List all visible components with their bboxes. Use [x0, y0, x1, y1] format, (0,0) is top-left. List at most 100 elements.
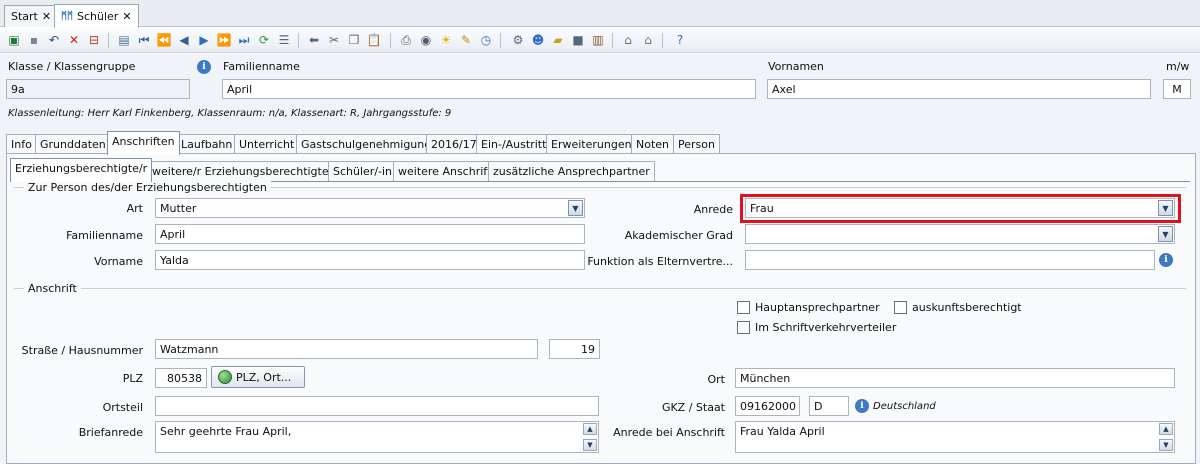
preview-icon[interactable]: ◉: [418, 32, 434, 48]
briefanrede-textarea[interactable]: Sehr geehrte Frau April, ▲ ▼: [155, 421, 599, 453]
module-icon[interactable]: ⚙: [510, 32, 526, 48]
tab-unterricht[interactable]: Unterricht: [234, 134, 300, 154]
class-info-line: Klassenleitung: Herr Karl Finkenberg, Kl…: [8, 108, 452, 119]
akad-combo[interactable]: ▼: [745, 224, 1175, 244]
tab-person[interactable]: Person: [673, 134, 720, 154]
first-icon[interactable]: ⏮: [136, 32, 152, 48]
undo-icon[interactable]: ↶: [46, 32, 62, 48]
tab-ein-austritt[interactable]: Ein-/Austritt: [476, 134, 552, 154]
klasse-label: Klasse / Klassengruppe: [8, 60, 136, 73]
art-combo[interactable]: Mutter ▼: [155, 198, 585, 218]
save-icon[interactable]: ▪: [26, 32, 42, 48]
subtab-weitere-erziehungsberechtigte[interactable]: weitere/r Erziehungsberechtigte/r: [147, 161, 342, 181]
familienname-field[interactable]: April: [222, 79, 756, 99]
plz-ort-button[interactable]: PLZ, Ort...: [211, 366, 305, 388]
hausnummer-field[interactable]: 19: [549, 339, 600, 359]
cut-icon[interactable]: ✂: [326, 32, 342, 48]
klasse-field[interactable]: 9a: [6, 79, 190, 99]
anschrift-group-title: Anschrift: [24, 282, 81, 295]
cancel-icon[interactable]: ⊟: [86, 32, 102, 48]
tab-2016-17[interactable]: 2016/17: [426, 134, 482, 154]
copy-icon[interactable]: ❐: [346, 32, 362, 48]
paste-icon[interactable]: 📋: [366, 32, 382, 48]
house-icon[interactable]: ⌂: [620, 32, 636, 48]
mw-label: m/w: [1166, 60, 1190, 73]
doc-tab-schueler[interactable]: ᛗᛗ Schüler ✕: [54, 4, 139, 28]
person-familienname-label: Familienname: [66, 229, 143, 242]
tab-noten[interactable]: Noten: [631, 134, 675, 154]
staat-field[interactable]: D: [809, 396, 849, 416]
tab-gastschulgenehmigung[interactable]: Gastschulgenehmigung: [296, 134, 437, 154]
chevron-down-icon[interactable]: ▼: [1158, 226, 1173, 242]
mw-field[interactable]: M: [1163, 79, 1191, 99]
tab-erweiterungen[interactable]: Erweiterungen: [546, 134, 637, 154]
help-icon[interactable]: ?: [672, 32, 688, 48]
scroll-up-icon[interactable]: ▲: [1159, 423, 1173, 435]
strasse-label: Straße / Hausnummer: [21, 344, 143, 357]
next-page-icon[interactable]: ⏩: [216, 32, 232, 48]
subtab-schueler-in[interactable]: Schüler/-in: [328, 161, 398, 181]
doc-tab-start[interactable]: Start ✕: [4, 5, 59, 27]
ort-field[interactable]: München: [735, 368, 1175, 388]
ortsteil-field[interactable]: [155, 396, 599, 416]
close-icon[interactable]: ✕: [42, 10, 51, 23]
vornamen-field[interactable]: Axel: [767, 79, 1151, 99]
copy-record-icon[interactable]: ▤: [116, 32, 132, 48]
tab-anschriften[interactable]: Anschriften: [107, 131, 180, 155]
vorname-field[interactable]: Yalda: [155, 250, 585, 270]
subtab-weitere-anschrift[interactable]: weitere Anschrift: [393, 161, 497, 181]
tab-info[interactable]: Info: [6, 134, 37, 154]
haupt-label: Hauptansprechpartner: [755, 301, 880, 314]
scroll-down-icon[interactable]: ▼: [1159, 439, 1173, 451]
tab-laufbahn[interactable]: Laufbahn: [176, 134, 238, 154]
info-icon[interactable]: i: [197, 60, 211, 74]
gkz-field[interactable]: 09162000: [735, 396, 800, 416]
subtab-erziehungsberechtigte[interactable]: Erziehungsberechtigte/r: [10, 158, 153, 182]
last-icon[interactable]: ⏭: [236, 32, 252, 48]
plz-field[interactable]: 80538: [155, 368, 207, 388]
anrede-anschrift-value: Frau Yalda April: [740, 425, 825, 438]
funktion-field[interactable]: [745, 250, 1155, 270]
user-icon[interactable]: ☻: [530, 32, 546, 48]
report-icon[interactable]: ▥: [590, 32, 606, 48]
folder-icon[interactable]: ▰: [550, 32, 566, 48]
scroll-down-icon[interactable]: ▼: [583, 439, 597, 451]
info-icon[interactable]: i: [855, 399, 869, 413]
clock-icon[interactable]: ◷: [478, 32, 494, 48]
delete-icon[interactable]: ✕: [66, 32, 82, 48]
subtab-zusaetzliche-ansprechpartner[interactable]: zusätzliche Ansprechpartner: [488, 161, 655, 181]
prev-icon[interactable]: ◀: [176, 32, 192, 48]
schrift-label: Im Schriftverkehrverteiler: [755, 321, 897, 334]
scrollbar[interactable]: ▲ ▼: [1159, 423, 1173, 451]
chevron-down-icon[interactable]: ▼: [568, 200, 583, 216]
vorname-label: Vorname: [94, 255, 143, 268]
art-value: Mutter: [160, 202, 197, 215]
strasse-field[interactable]: Watzmann: [155, 339, 538, 359]
next-icon[interactable]: ▶: [196, 32, 212, 48]
haupt-checkbox[interactable]: [737, 301, 750, 314]
back-arrow-icon[interactable]: ⬅: [306, 32, 322, 48]
info-icon[interactable]: i: [1159, 253, 1173, 267]
list-icon[interactable]: ☰: [276, 32, 292, 48]
new-icon[interactable]: ▣: [6, 32, 22, 48]
anrede-anschrift-textarea[interactable]: Frau Yalda April ▲ ▼: [735, 421, 1175, 453]
refresh-icon[interactable]: ⟳: [256, 32, 272, 48]
main-tab-row: Info Grunddaten Anschriften Laufbahn Unt…: [6, 131, 1196, 155]
print-icon[interactable]: ⎙: [398, 32, 414, 48]
houses-icon[interactable]: ⌂: [640, 32, 656, 48]
person-familienname-field[interactable]: April: [155, 224, 585, 244]
ort-label: Ort: [707, 373, 726, 386]
vornamen-label: Vornamen: [768, 60, 824, 73]
auskunft-checkbox[interactable]: [894, 301, 907, 314]
box-icon[interactable]: ■: [570, 32, 586, 48]
prev-page-icon[interactable]: ⏪: [156, 32, 172, 48]
tab-grunddaten[interactable]: Grunddaten: [35, 134, 111, 154]
staat-name: Deutschland: [873, 401, 936, 412]
akad-label: Akademischer Grad: [624, 229, 733, 242]
marker-icon[interactable]: ✎: [458, 32, 474, 48]
familienname-label: Familienname: [223, 60, 300, 73]
close-icon[interactable]: ✕: [122, 10, 131, 23]
schrift-checkbox[interactable]: [737, 321, 750, 334]
idea-icon[interactable]: ☀: [438, 32, 454, 48]
plz-label: PLZ: [122, 372, 143, 385]
